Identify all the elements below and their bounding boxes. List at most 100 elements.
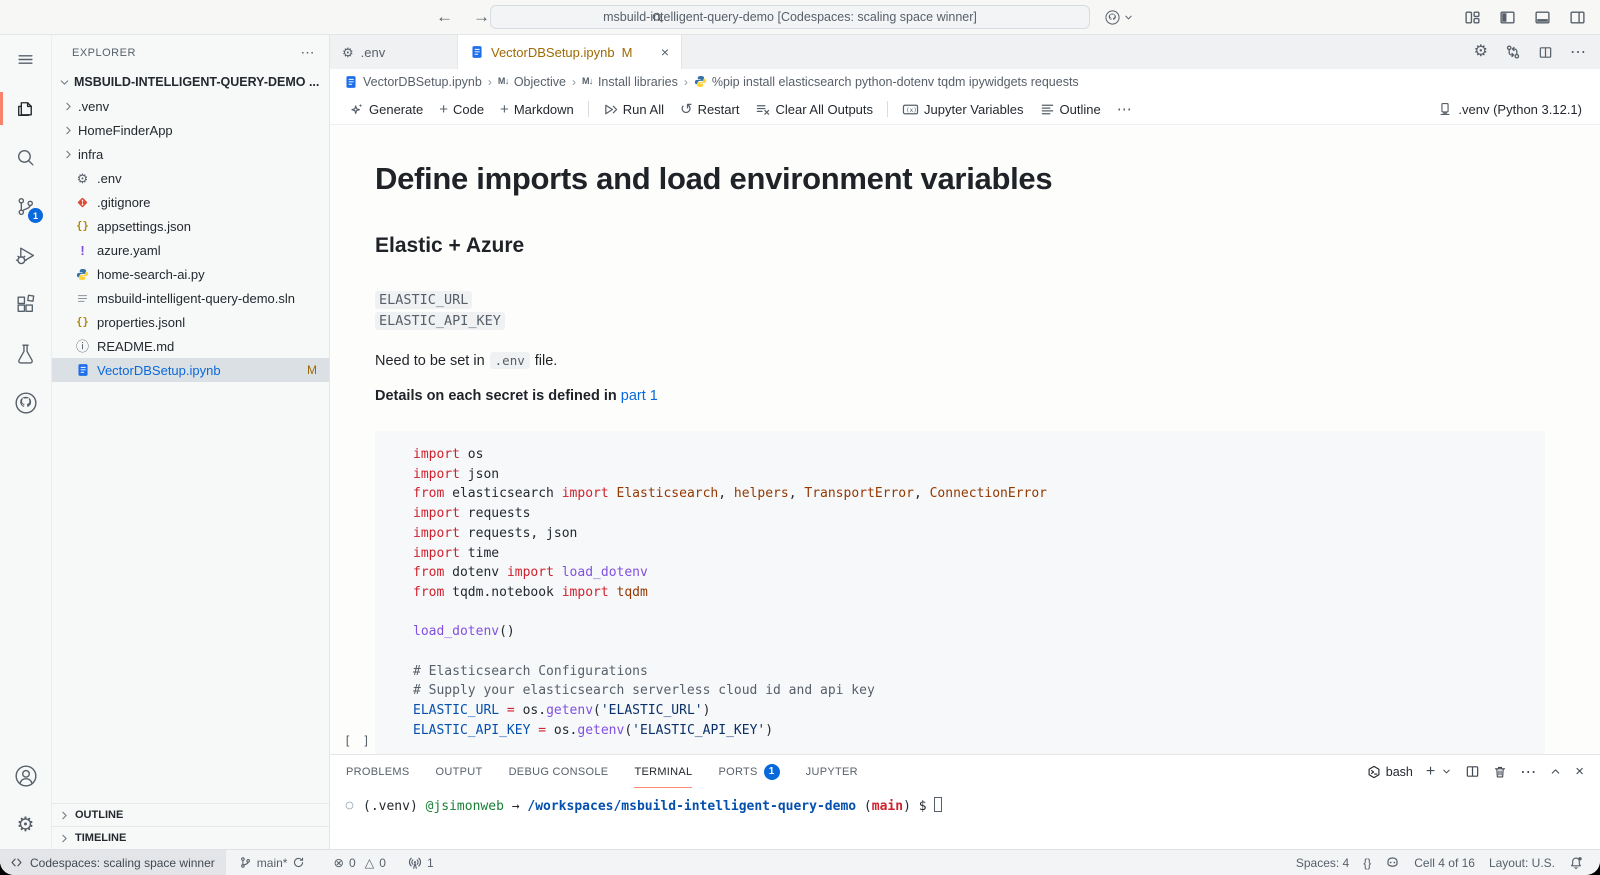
terminal[interactable]: (.venv) @jsimonweb → /workspaces/msbuild… [330,788,1600,849]
generate-button[interactable]: Generate [342,94,431,124]
panel-tab-problems[interactable]: PROBLEMS [346,755,410,788]
env-var: ELASTIC_API_KEY [375,312,505,330]
tab-env[interactable]: ⚙ .env [330,35,458,69]
search-input[interactable] [520,10,1060,24]
problems-status[interactable]: ⊗ 0 △ 0 [326,855,392,870]
code-cell[interactable]: import osimport jsonfrom elasticsearch i… [375,431,1545,754]
customize-layout-button[interactable] [1464,9,1481,26]
notifications-bell[interactable] [1562,856,1590,870]
clear-all-outputs-button[interactable]: Clear All Outputs [747,94,881,124]
copilot-status[interactable] [1378,855,1407,870]
dirty-indicator: M [622,45,633,60]
kill-terminal-icon[interactable] [1493,765,1507,779]
sidebar-section-outline[interactable]: OUTLINE [52,803,329,826]
split-terminal-icon[interactable] [1465,764,1480,779]
workspace-root-folder[interactable]: MSBUILD-INTELLIGENT-QUERY-DEMO ... [52,70,329,94]
add-code-cell-button[interactable]: +Code [431,94,492,124]
cell-status[interactable]: Cell 4 of 16 [1407,856,1482,870]
breadcrumb-item[interactable]: VectorDBSetup.ipynb [344,75,482,89]
markdown-icon: M↓ [582,77,593,86]
code-line: ELASTIC_API_KEY = os.getenv('ELASTIC_API… [413,721,1545,741]
file-item-VectorDBSetup.ipynb[interactable]: VectorDBSetup.ipynbM [52,358,329,382]
remote-indicator[interactable]: Codespaces: scaling space winner [0,850,226,875]
notebook-editor[interactable]: Define imports and load environment vari… [330,125,1600,754]
extensions-view-button[interactable] [0,280,51,329]
toggle-panel-button[interactable] [1534,9,1551,26]
file-item-msbuild-intelligent-query-demo.sln[interactable]: msbuild-intelligent-query-demo.sln [52,286,329,310]
folder-item-.venv[interactable]: .venv [52,94,329,118]
file-item-azure.yaml[interactable]: !azure.yaml [52,238,329,262]
scm-badge: 1 [28,208,43,223]
editor-group: ⚙ .env VectorDBSetup.ipynb M × ⚙ ⋯ Vecto… [330,35,1600,849]
more-actions-button[interactable]: ⋯ [1109,94,1140,124]
run-debug-view-button[interactable] [0,231,51,280]
notebook-settings-gear-icon[interactable]: ⚙ [1474,44,1488,60]
jupyter-variables-button[interactable]: (x)Jupyter Variables [894,94,1031,124]
sidebar-section-timeline[interactable]: TIMELINE [52,826,329,849]
clear-outputs-icon [755,102,770,117]
outline-button[interactable]: Outline [1032,94,1109,124]
file-item-.gitignore[interactable]: .gitignore [52,190,329,214]
back-button[interactable]: ← [436,7,453,27]
terminal-shell-label[interactable]: bash [1367,765,1413,779]
tab-bar: ⚙ .env VectorDBSetup.ipynb M × ⚙ ⋯ [330,35,1600,69]
menu-icon [17,51,34,68]
tab-vectordbsetup[interactable]: VectorDBSetup.ipynb M × [458,35,682,69]
chevron-right-icon [60,148,76,161]
forward-button[interactable]: → [473,7,490,27]
kernel-picker[interactable]: .venv (Python 3.12.1) [1438,102,1600,117]
command-center-search[interactable] [490,5,1090,29]
file-item-appsettings.json[interactable]: {}appsettings.json [52,214,329,238]
folder-item-HomeFinderApp[interactable]: HomeFinderApp [52,118,329,142]
breadcrumb-item[interactable]: M↓Install libraries [582,75,678,89]
file-item-.env[interactable]: ⚙.env [52,166,329,190]
folder-item-infra[interactable]: infra [52,142,329,166]
accounts-button[interactable] [0,751,51,800]
toggle-secondary-sidebar-button[interactable] [1569,9,1586,26]
menu-button[interactable] [0,35,51,84]
explorer-sidebar: EXPLORER ⋯ MSBUILD-INTELLIGENT-QUERY-DEM… [52,35,330,849]
search-view-button[interactable] [0,133,51,182]
new-terminal-button[interactable]: + [1426,763,1435,781]
explorer-more-actions[interactable]: ⋯ [301,44,316,61]
panel-more-actions[interactable]: ⋯ [1520,762,1536,782]
indentation-status[interactable]: Spaces: 4 [1289,856,1356,870]
file-item-home-search-ai.py[interactable]: home-search-ai.py [52,262,329,286]
split-editor-icon[interactable] [1538,45,1553,60]
explorer-view-button[interactable] [0,84,51,133]
breadcrumb-item[interactable]: M↓Objective [498,75,566,89]
close-panel-icon[interactable]: × [1575,763,1584,780]
close-tab-icon[interactable]: × [661,44,669,60]
file-item-README.md[interactable]: ⓘREADME.md [52,334,329,358]
chevron-right-icon [60,124,76,137]
ports-status[interactable]: 1 [401,856,441,870]
branch-status[interactable]: main* [232,856,313,870]
github-view-button[interactable] [0,378,51,427]
settings-button[interactable]: ⚙ [0,800,51,849]
panel-tab-terminal[interactable]: TERMINAL [634,755,692,788]
breadcrumb-item[interactable]: %pip install elasticsearch python-dotenv… [694,75,1079,89]
code-line: ELASTIC_URL = os.getenv('ELASTIC_URL') [413,701,1545,721]
maximize-panel-icon[interactable] [1549,765,1562,778]
panel-tab-debug-console[interactable]: DEBUG CONSOLE [509,755,609,788]
run-all-button[interactable]: Run All [595,94,672,124]
panel-tab-output[interactable]: OUTPUT [436,755,483,788]
restart-button[interactable]: ↺Restart [672,94,747,124]
panel-tab-ports[interactable]: PORTS1 [718,755,779,788]
source-control-view-button[interactable]: 1 [0,182,51,231]
terminal-dropdown-icon[interactable] [1441,766,1452,777]
toggle-sidebar-button[interactable] [1499,9,1516,26]
add-markdown-cell-button[interactable]: +Markdown [492,94,582,124]
testing-view-button[interactable] [0,329,51,378]
markdown-h1: Define imports and load environment vari… [375,161,1600,197]
language-mode-status[interactable]: {} [1356,856,1378,870]
panel-tab-jupyter[interactable]: JUPYTER [806,755,858,788]
part-1-link[interactable]: part 1 [621,388,658,404]
editor-more-actions[interactable]: ⋯ [1570,42,1586,62]
compare-changes-icon[interactable] [1505,44,1521,60]
keyboard-layout-status[interactable]: Layout: U.S. [1482,856,1562,870]
file-item-properties.jsonl[interactable]: {}properties.jsonl [52,310,329,334]
account-menu[interactable] [1104,9,1134,26]
code-line [413,642,1545,662]
outline-icon [1040,102,1055,117]
